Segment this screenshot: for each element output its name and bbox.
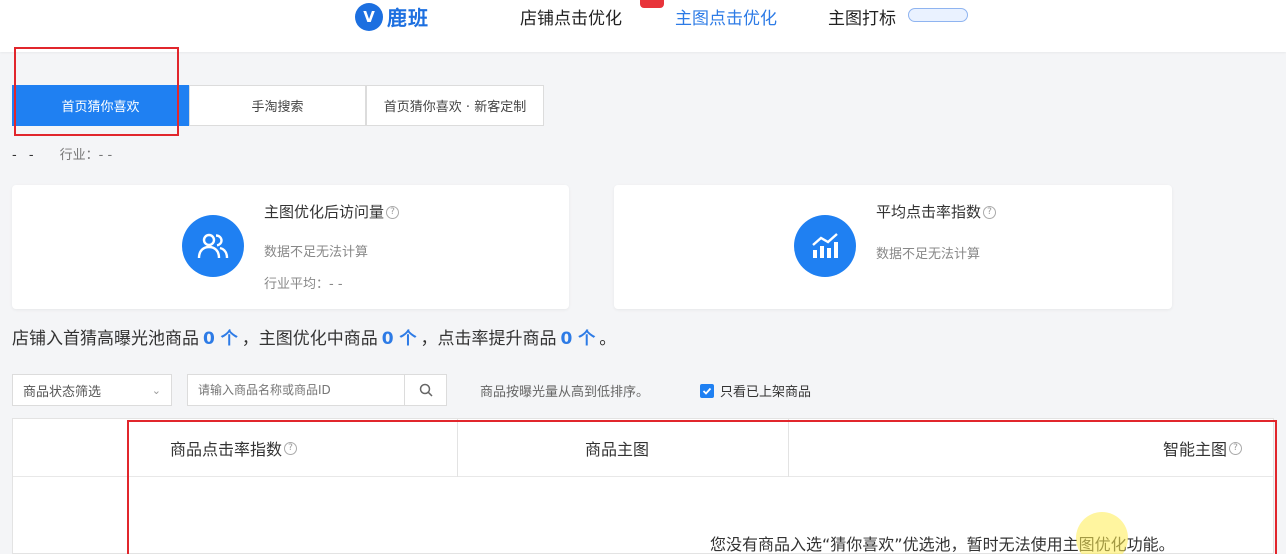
chart-icon	[794, 215, 856, 277]
status-filter-select[interactable]: 商品状态筛选 ⌄	[12, 374, 172, 406]
app-logo[interactable]: V 鹿班	[355, 2, 429, 31]
column-header-ctr: 商品点击率指数?	[170, 419, 298, 477]
search-button[interactable]	[404, 375, 446, 405]
column-header-main-image: 商品主图	[585, 440, 650, 459]
card-ctr-title: 平均点击率指数?	[876, 201, 997, 222]
check-icon	[702, 387, 712, 395]
table-header: 商品点击率指数? 商品主图 智能主图?	[13, 419, 1273, 477]
column-header-smart-image: 智能主图?	[1163, 419, 1243, 477]
top-nav: V 鹿班 店铺点击优化 主图点击优化 主图打标	[0, 0, 1286, 52]
help-icon[interactable]: ?	[284, 441, 298, 455]
search-icon	[419, 383, 433, 397]
search-box	[187, 374, 447, 406]
logo-text: 鹿班	[387, 6, 429, 30]
summary-line: 店铺入首猜高曝光池商品 0 个，主图优化中商品 0 个，点击率提升商品 0 个。	[12, 329, 617, 349]
nav-item-main-image-click[interactable]: 主图点击优化	[675, 4, 777, 29]
nav-pill-badge	[908, 8, 968, 22]
help-icon[interactable]: ?	[983, 206, 997, 219]
count-pool: 0 个	[203, 329, 238, 349]
industry-line: - - 行业：- -	[12, 144, 112, 163]
industry-label: 行业：- -	[59, 148, 113, 163]
channel-tabs: 首页猜你喜欢 手淘搜索 首页猜你喜欢 · 新客定制	[12, 85, 544, 127]
card-visits: 主图优化后访问量? 数据不足无法计算 行业平均：- -	[12, 185, 569, 309]
only-listed-label: 只看已上架商品	[720, 385, 812, 400]
industry-prefix: - -	[12, 148, 38, 163]
tab-home-guess-new-customer[interactable]: 首页猜你喜欢 · 新客定制	[366, 85, 544, 126]
count-optimizing: 0 个	[381, 329, 417, 349]
count-improved: 0 个	[560, 329, 596, 349]
new-badge-icon	[640, 0, 664, 8]
tab-mobile-search[interactable]: 手淘搜索	[189, 85, 366, 126]
nav-item-shop-click[interactable]: 店铺点击优化	[520, 4, 622, 29]
column-divider	[788, 419, 789, 477]
card-visits-industry-avg: 行业平均：- -	[264, 277, 343, 292]
search-input[interactable]	[188, 375, 404, 405]
card-visits-status: 数据不足无法计算	[264, 245, 369, 260]
sort-note: 商品按曝光量从高到低排序。	[480, 385, 650, 400]
nav-item-main-image-tag[interactable]: 主图打标	[828, 4, 896, 29]
help-icon[interactable]: ?	[386, 206, 400, 219]
help-icon[interactable]: ?	[1229, 441, 1243, 455]
logo-mark-icon: V	[355, 2, 383, 31]
card-visits-title: 主图优化后访问量?	[264, 201, 400, 222]
only-listed-checkbox[interactable]	[700, 384, 714, 398]
users-icon	[182, 215, 244, 277]
card-ctr-status: 数据不足无法计算	[876, 247, 981, 262]
card-ctr: 平均点击率指数? 数据不足无法计算	[614, 185, 1172, 309]
column-divider	[457, 419, 458, 477]
tab-home-guess[interactable]: 首页猜你喜欢	[12, 85, 189, 126]
chevron-down-icon: ⌄	[151, 383, 161, 397]
